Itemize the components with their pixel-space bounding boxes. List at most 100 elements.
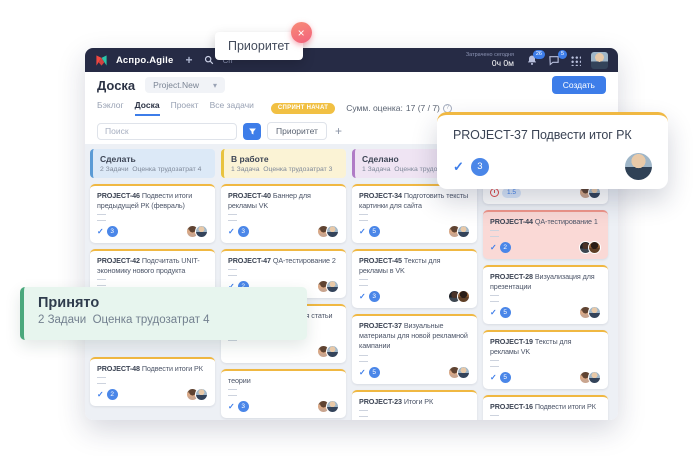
- description-icon: [228, 269, 237, 276]
- summary-estimate: Сумм. оценка: 17 (7 / 7) ?: [346, 103, 452, 113]
- add-icon[interactable]: +: [185, 53, 192, 67]
- description-icon: [97, 214, 106, 221]
- priority-tooltip-label: Приоритет: [228, 39, 290, 53]
- task-card-title: PROJECT-16 Подвести итоги РК: [490, 402, 601, 412]
- priority-filter-chip[interactable]: Приоритет: [267, 122, 327, 140]
- task-id: PROJECT-23: [359, 397, 404, 406]
- user-avatar[interactable]: [591, 52, 608, 69]
- check-icon: ✓: [97, 227, 104, 236]
- avatar: [457, 225, 470, 238]
- task-card[interactable]: PROJECT-44 QA-тестирование 1✓2: [483, 210, 608, 259]
- avatar: [457, 290, 470, 303]
- check-icon: ✓: [359, 227, 366, 236]
- task-id: PROJECT-34: [359, 191, 404, 200]
- task-card-title: PROJECT-23 Итоги РК: [359, 397, 470, 407]
- time-tracker: Затрачено сегодня 0ч 0м: [466, 52, 514, 69]
- time-spent-label: Затрачено сегодня: [466, 52, 514, 59]
- close-icon[interactable]: ×: [291, 22, 312, 43]
- column-title: Сделать: [100, 154, 208, 164]
- chevron-down-icon: ▾: [213, 81, 217, 90]
- task-card[interactable]: PROJECT-23 Итоги РК✓5: [352, 390, 477, 420]
- column-header: Сделать2 Задачи Оценка трудозатрат 4: [90, 149, 215, 178]
- check-icon: ✓: [228, 402, 235, 411]
- check-icon: ✓: [359, 292, 366, 301]
- estimate-badge: 2: [107, 389, 118, 400]
- task-card[interactable]: PROJECT-34 Подготовить тексты картинки д…: [352, 184, 477, 243]
- notifications-badge: 26: [533, 50, 545, 59]
- app-window: Аспро.Agile + Сп Затрачено сегодня 0ч 0м…: [85, 48, 618, 420]
- task-id: PROJECT-48: [97, 364, 142, 373]
- deadline-alarm-icon: [490, 188, 499, 197]
- task-card-title: PROJECT-37 Визуальные материалы для ново…: [359, 321, 470, 351]
- task-card[interactable]: PROJECT-19 Тексты для рекламы VK✓5: [483, 330, 608, 389]
- estimate-badge: 3: [107, 226, 118, 237]
- task-id: PROJECT-28: [490, 272, 535, 281]
- avatar: [326, 225, 339, 238]
- estimate-badge: 3: [471, 158, 489, 176]
- check-icon: ✓: [359, 368, 366, 377]
- messages-icon[interactable]: 5: [548, 54, 560, 66]
- description-icon: [359, 410, 368, 417]
- task-id: PROJECT-44: [490, 217, 535, 226]
- check-icon: ✓: [490, 373, 497, 382]
- avatar: [326, 280, 339, 293]
- app-logo: [95, 54, 108, 67]
- description-icon: [490, 360, 499, 367]
- task-card-title: PROJECT-45 Тексты для рекламы в VK: [359, 256, 470, 276]
- time-spent-value: 0ч 0м: [466, 58, 514, 68]
- task-card[interactable]: PROJECT-16 Подвести итоги РК: [483, 395, 608, 420]
- task-id: PROJECT-47: [228, 256, 273, 265]
- task-card[interactable]: PROJECT-45 Тексты для рекламы в VK✓3: [352, 249, 477, 308]
- task-card-title: PROJECT-44 QA-тестирование 1: [490, 217, 601, 227]
- search-icon[interactable]: [204, 55, 214, 65]
- tab-backlog[interactable]: Бэклог: [97, 100, 124, 116]
- funnel-icon: [248, 127, 257, 136]
- notifications-bell-icon[interactable]: 26: [526, 54, 538, 66]
- description-icon: [228, 389, 237, 396]
- tab-all-tasks[interactable]: Все задачи: [210, 100, 254, 116]
- avatar: [195, 225, 208, 238]
- estimate-badge: 3: [238, 401, 249, 412]
- estimate-badge: 5: [500, 307, 511, 318]
- search-input[interactable]: [97, 123, 237, 140]
- task-card[interactable]: PROJECT-40 Баннер для рекламы VK✓3: [221, 184, 346, 243]
- task-card-title: PROJECT-47 QA-тестирование 2: [228, 256, 339, 266]
- task-card[interactable]: PROJECT-28 Визуализация для презентации✓…: [483, 265, 608, 324]
- task-card[interactable]: теории✓3: [221, 369, 346, 418]
- add-filter-icon[interactable]: +: [335, 124, 342, 138]
- board-selector[interactable]: Project.New ▾: [145, 77, 225, 93]
- task-card-title: PROJECT-19 Тексты для рекламы VK: [490, 337, 601, 357]
- tab-board[interactable]: Доска: [135, 100, 160, 116]
- check-icon: ✓: [490, 243, 497, 252]
- task-id: PROJECT-45: [359, 256, 404, 265]
- description-icon: [359, 214, 368, 221]
- create-button[interactable]: Создать: [552, 76, 606, 94]
- filter-button[interactable]: [243, 123, 261, 140]
- top-navbar: Аспро.Agile + Сп Затрачено сегодня 0ч 0м…: [85, 48, 618, 72]
- page-title: Доска: [97, 78, 135, 93]
- accepted-column-drag-card: Принято 2 Задачи Оценка трудозатрат 4: [20, 287, 307, 340]
- tab-project[interactable]: Проект: [171, 100, 199, 116]
- task-card[interactable]: PROJECT-46 Подвести итоги предыдущей РК …: [90, 184, 215, 243]
- description-icon: [228, 214, 237, 221]
- accepted-meta: 2 Задачи Оценка трудозатрат 4: [38, 314, 293, 326]
- description-icon: [490, 415, 499, 420]
- task-card-title: PROJECT-46 Подвести итоги предыдущей РК …: [97, 191, 208, 211]
- task-card-title: PROJECT-28 Визуализация для презентации: [490, 272, 601, 292]
- column-header: В работе1 Задача Оценка трудозатрат 3: [221, 149, 346, 178]
- task-id: PROJECT-42: [97, 256, 142, 265]
- summary-label: Сумм. оценка:: [346, 103, 403, 113]
- task-card-title: PROJECT-40 Баннер для рекламы VK: [228, 191, 339, 211]
- column-meta: 1 Задача Оценка трудозатрат 3: [231, 166, 339, 173]
- check-icon: ✓: [97, 390, 104, 399]
- estimate-badge: 5: [369, 226, 380, 237]
- task-card[interactable]: PROJECT-48 Подвести итоги РК✓2: [90, 357, 215, 406]
- description-icon: [97, 279, 106, 286]
- task-card[interactable]: PROJECT-37 Визуальные материалы для ново…: [352, 314, 477, 383]
- board-selector-value: Project.New: [153, 80, 199, 90]
- description-icon: [490, 295, 499, 302]
- task-card-title: PROJECT-34 Подготовить тексты картинки д…: [359, 191, 470, 211]
- apps-grid-icon[interactable]: [570, 55, 581, 66]
- task-drag-popup[interactable]: PROJECT-37 Подвести итог РК ✓ 3: [437, 112, 668, 189]
- priority-tooltip: Приоритет ×: [215, 32, 303, 60]
